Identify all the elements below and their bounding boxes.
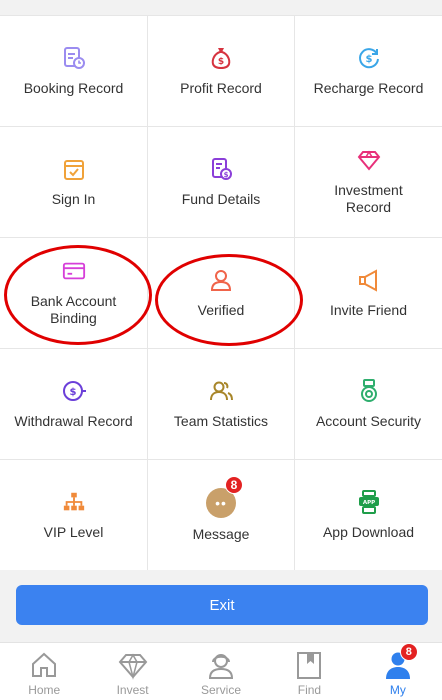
tab-home[interactable]: Home: [0, 643, 88, 700]
hierarchy-icon: [62, 490, 86, 514]
tab-service[interactable]: Service: [177, 643, 265, 700]
svg-text:APP: APP: [362, 500, 374, 506]
svg-text:$: $: [218, 57, 224, 67]
verified-item[interactable]: Verified: [148, 238, 295, 349]
bank-account-binding-label: Bank Account Binding: [30, 293, 117, 326]
recharge-record-label: Recharge Record: [313, 79, 424, 96]
verified-label: Verified: [197, 301, 245, 318]
message-icon-wrap: •• 8: [206, 475, 243, 518]
svg-text:$: $: [224, 171, 229, 179]
tab-invest[interactable]: Invest: [88, 643, 176, 700]
booking-record-label: Booking Record: [23, 79, 124, 96]
bookmark-icon: [294, 650, 324, 680]
medal-icon: [357, 378, 381, 403]
exit-button[interactable]: Exit: [16, 585, 428, 625]
tab-find[interactable]: Find: [265, 643, 353, 700]
tab-my-label: My: [389, 683, 406, 697]
invite-friend-item[interactable]: Invite Friend: [295, 238, 442, 349]
megaphone-icon: [357, 268, 381, 292]
vip-level-item[interactable]: VIP Level: [0, 460, 148, 571]
app-download-label: App Download: [322, 523, 415, 540]
booking-record-icon: [62, 46, 86, 70]
tab-service-label: Service: [201, 683, 242, 697]
message-badge: 8: [225, 475, 243, 494]
investment-record-label: Investment Record: [334, 182, 403, 215]
team-icon: [209, 379, 233, 403]
withdraw-coin-icon: $: [62, 379, 86, 403]
fund-details-icon: $: [209, 157, 233, 181]
account-security-item[interactable]: Account Security: [295, 349, 442, 460]
svg-text:$: $: [69, 387, 76, 398]
diamond-icon: [357, 148, 381, 172]
team-statistics-item[interactable]: Team Statistics: [148, 349, 295, 460]
investment-record-item[interactable]: Investment Record: [295, 127, 442, 238]
fund-details-label: Fund Details: [181, 190, 261, 207]
invite-friend-label: Invite Friend: [329, 301, 408, 318]
exit-area: Exit: [0, 570, 442, 642]
bank-account-binding-item[interactable]: Bank Account Binding: [0, 238, 148, 349]
recharge-record-item[interactable]: $ Recharge Record: [295, 16, 442, 127]
withdrawal-record-item[interactable]: $ Withdrawal Record: [0, 349, 148, 460]
money-bag-icon: $: [209, 46, 233, 70]
booking-record-item[interactable]: Booking Record: [0, 16, 148, 127]
diamond-outline-icon: [118, 650, 148, 680]
app-download-icon: APP: [357, 489, 381, 514]
profit-record-item[interactable]: $ Profit Record: [148, 16, 295, 127]
message-label: Message: [192, 525, 250, 542]
message-item[interactable]: •• 8 Message: [148, 460, 295, 571]
team-statistics-label: Team Statistics: [173, 412, 269, 429]
vip-level-label: VIP Level: [43, 523, 104, 540]
fund-details-item[interactable]: $ Fund Details: [148, 127, 295, 238]
app-download-item[interactable]: APP App Download: [295, 460, 442, 571]
svg-text:$: $: [365, 54, 372, 65]
account-security-label: Account Security: [315, 412, 422, 429]
tab-my[interactable]: 8 My: [354, 643, 442, 700]
tab-home-label: Home: [28, 683, 61, 697]
person-icon: [209, 268, 233, 292]
bottom-tab-bar: Home Invest Service Find 8 My: [0, 642, 442, 700]
service-agent-icon: [206, 650, 236, 680]
tab-find-label: Find: [297, 683, 322, 697]
my-tab-badge: 8: [399, 643, 418, 661]
sign-in-checkbox-icon: [62, 157, 86, 181]
sign-in-item[interactable]: Sign In: [0, 127, 148, 238]
bank-card-icon: [62, 259, 86, 283]
withdrawal-record-label: Withdrawal Record: [14, 412, 133, 429]
sign-in-label: Sign In: [51, 190, 96, 207]
recharge-coin-icon: $: [357, 46, 381, 70]
menu-grid: Booking Record $ Profit Record $ Recharg…: [0, 15, 442, 571]
profit-record-label: Profit Record: [180, 79, 262, 96]
home-icon: [29, 650, 59, 680]
tab-invest-label: Invest: [116, 683, 149, 697]
